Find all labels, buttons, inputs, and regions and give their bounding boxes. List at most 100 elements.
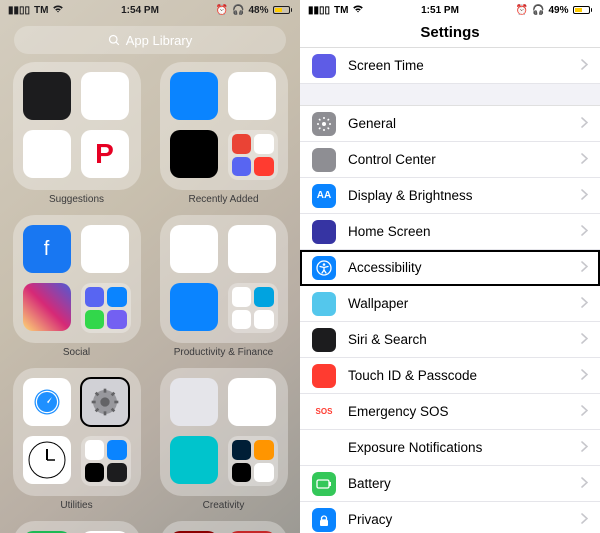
chevron-right-icon bbox=[581, 223, 588, 241]
battery-pct: 49% bbox=[548, 5, 568, 16]
mini-app-group[interactable] bbox=[81, 283, 131, 333]
home-screen-icon bbox=[312, 220, 336, 244]
row-label: Accessibility bbox=[348, 260, 581, 275]
chevron-right-icon bbox=[581, 151, 588, 169]
settings-list[interactable]: Screen Time General Control CenterAADispla… bbox=[300, 48, 600, 533]
messenger-icon[interactable] bbox=[228, 72, 276, 120]
chevron-right-icon bbox=[581, 511, 588, 529]
row-label: Screen Time bbox=[348, 58, 581, 73]
settings-row-battery[interactable]: Battery bbox=[300, 466, 600, 502]
row-label: Emergency SOS bbox=[348, 404, 581, 419]
settings-row-screen-time[interactable]: Screen Time bbox=[300, 48, 600, 84]
settings-row-accessibility[interactable]: Accessibility bbox=[300, 250, 600, 286]
row-label: Battery bbox=[348, 476, 581, 491]
app-icon[interactable] bbox=[170, 130, 218, 178]
clock-icon[interactable] bbox=[23, 436, 71, 484]
notes-icon[interactable] bbox=[170, 225, 218, 273]
chevron-right-icon bbox=[581, 259, 588, 277]
settings-row-control-center[interactable]: Control Center bbox=[300, 142, 600, 178]
wallpaper-icon bbox=[312, 292, 336, 316]
camera-icon[interactable] bbox=[170, 378, 218, 426]
chevron-right-icon bbox=[581, 295, 588, 313]
chevron-right-icon bbox=[581, 331, 588, 349]
folder[interactable] bbox=[13, 368, 141, 496]
settings-row-general[interactable]: General bbox=[300, 106, 600, 142]
status-bar: ▮▮▯▯ TM 1:51 PM ⏰ 🎧 49% bbox=[300, 0, 600, 18]
status-bar: ▮▮▯▯ TM 1:54 PM ⏰ 🎧 48% bbox=[0, 0, 300, 18]
headphones-icon: 🎧 bbox=[232, 5, 244, 16]
gmail-icon[interactable] bbox=[228, 225, 276, 273]
privacy-icon bbox=[312, 508, 336, 532]
facebook-icon[interactable]: f bbox=[23, 225, 71, 273]
row-label: Siri & Search bbox=[348, 332, 581, 347]
folder[interactable] bbox=[160, 215, 288, 343]
photos-icon[interactable] bbox=[228, 378, 276, 426]
search-input[interactable]: App Library bbox=[14, 26, 286, 54]
search-label: App Library bbox=[126, 33, 192, 48]
settings-screen: ▮▮▯▯ TM 1:51 PM ⏰ 🎧 49% Settings Screen … bbox=[300, 0, 600, 533]
settings-row-siri-search[interactable]: Siri & Search bbox=[300, 322, 600, 358]
clock-label: 1:54 PM bbox=[121, 5, 159, 16]
alarm-icon: ⏰ bbox=[516, 5, 528, 16]
folder[interactable] bbox=[160, 62, 288, 190]
settings-row-privacy[interactable]: Privacy bbox=[300, 502, 600, 533]
chevron-right-icon bbox=[581, 403, 588, 421]
app-library-screen: ▮▮▯▯ TM 1:54 PM ⏰ 🎧 48% App Library P Sug… bbox=[0, 0, 300, 533]
carrier-label: TM bbox=[334, 5, 348, 16]
battery-icon bbox=[312, 472, 336, 496]
settings-icon[interactable] bbox=[81, 378, 129, 426]
mini-app-group[interactable] bbox=[228, 436, 278, 486]
folder-label: Productivity & Finance bbox=[174, 347, 274, 358]
control-center-icon bbox=[312, 148, 336, 172]
messenger-icon[interactable] bbox=[81, 225, 129, 273]
chevron-right-icon bbox=[581, 57, 588, 75]
mini-app-group[interactable] bbox=[228, 283, 278, 333]
sos-icon: SOS bbox=[312, 400, 336, 424]
folder[interactable] bbox=[160, 521, 288, 533]
carrier-label: TM bbox=[34, 5, 48, 16]
section-gap bbox=[300, 84, 600, 106]
row-label: Exposure Notifications bbox=[348, 440, 581, 455]
chevron-right-icon bbox=[581, 367, 588, 385]
settings-row-wallpaper[interactable]: Wallpaper bbox=[300, 286, 600, 322]
battery-pct: 48% bbox=[248, 5, 268, 16]
clock-label: 1:51 PM bbox=[421, 5, 459, 16]
row-label: General bbox=[348, 116, 581, 131]
headphones-icon: 🎧 bbox=[532, 5, 544, 16]
settings-row-touch-id-passcode[interactable]: Touch ID & Passcode bbox=[300, 358, 600, 394]
search-icon bbox=[108, 34, 120, 46]
settings-row-exposure-notifications[interactable]: Exposure Notifications bbox=[300, 430, 600, 466]
touch-id-icon bbox=[312, 364, 336, 388]
google-drive-icon[interactable] bbox=[23, 130, 71, 178]
calculator-icon[interactable] bbox=[23, 72, 71, 120]
app-icon[interactable] bbox=[170, 283, 218, 331]
page-title: Settings bbox=[300, 18, 600, 48]
app-icon[interactable] bbox=[81, 72, 129, 120]
wifi-icon bbox=[352, 4, 364, 16]
settings-row-display-brightness[interactable]: AADisplay & Brightness bbox=[300, 178, 600, 214]
safari-icon[interactable] bbox=[23, 378, 71, 426]
folder[interactable]: P bbox=[13, 62, 141, 190]
row-label: Wallpaper bbox=[348, 296, 581, 311]
canva-icon[interactable] bbox=[170, 436, 218, 484]
mini-app-group[interactable] bbox=[228, 130, 278, 180]
display-icon: AA bbox=[312, 184, 336, 208]
app-icon[interactable] bbox=[170, 72, 218, 120]
folder-label: Suggestions bbox=[49, 194, 104, 205]
alarm-icon: ⏰ bbox=[216, 5, 228, 16]
pinterest-icon[interactable]: P bbox=[81, 130, 129, 178]
battery-icon bbox=[573, 6, 593, 14]
settings-row-home-screen[interactable]: Home Screen bbox=[300, 214, 600, 250]
row-label: Privacy bbox=[348, 512, 581, 527]
settings-row-emergency-sos[interactable]: SOS Emergency SOS bbox=[300, 394, 600, 430]
folder-label: Creativity bbox=[203, 500, 245, 511]
folder[interactable] bbox=[13, 521, 141, 533]
mini-app-group[interactable] bbox=[81, 436, 131, 486]
folder[interactable] bbox=[160, 368, 288, 496]
row-label: Home Screen bbox=[348, 224, 581, 239]
chevron-right-icon bbox=[581, 187, 588, 205]
wifi-icon bbox=[52, 4, 64, 16]
instagram-icon[interactable] bbox=[23, 283, 71, 331]
folder[interactable]: f bbox=[13, 215, 141, 343]
signal-icon: ▮▮▯▯ bbox=[308, 5, 330, 16]
